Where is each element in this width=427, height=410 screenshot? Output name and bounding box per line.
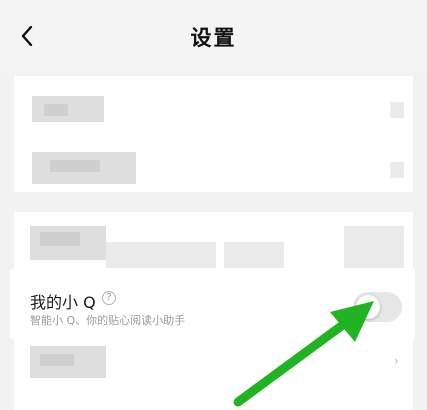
annotation-arrow-icon [233,301,374,407]
xiaoq-label: 我的小 Q [30,293,96,312]
page-title: 设置 [190,26,237,50]
chevron-right-icon[interactable]: › [394,354,399,368]
obscured-item[interactable] [32,96,104,122]
settings-card-1 [14,76,413,192]
xiaoq-subtitle: 智能小 Q、你的贴心阅读小助手 [30,314,186,327]
help-icon[interactable]: ? [102,291,116,305]
nav-bar: 设置 [0,0,427,72]
